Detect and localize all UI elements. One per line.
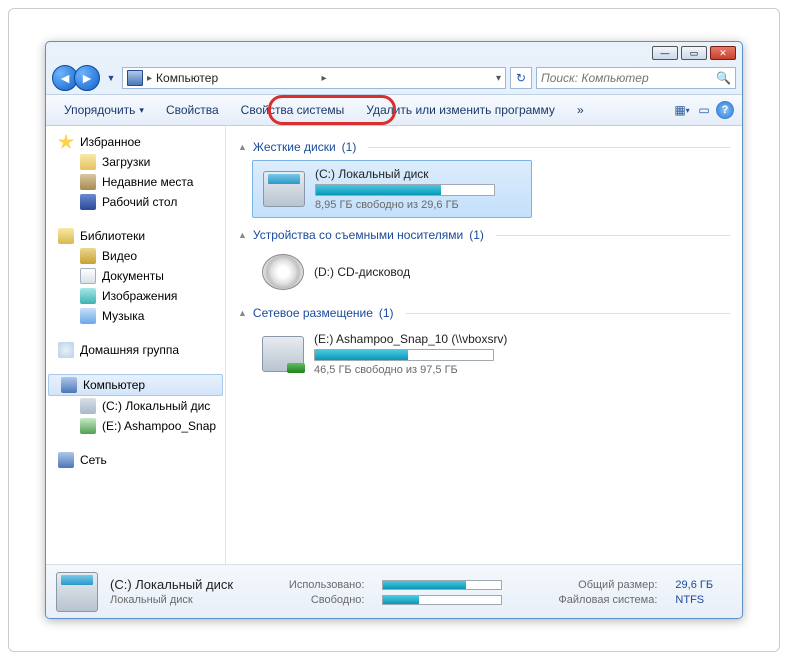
details-free-label: Свободно: [270, 594, 364, 606]
sidebar-item-label: Загрузки [102, 155, 150, 169]
search-box[interactable]: 🔍 [536, 67, 736, 89]
address-text: Компьютер [156, 71, 317, 85]
sidebar-item-library[interactable]: Музыка [46, 306, 225, 326]
drive-d[interactable]: (D:) CD-дисковод [252, 248, 730, 296]
sidebar-network[interactable]: Сеть [46, 450, 225, 470]
network-drive-icon [262, 336, 304, 372]
drive-free-text: 46,5 ГБ свободно из 97,5 ГБ [314, 364, 507, 376]
section-removable[interactable]: ▲ Устройства со съемными носителями (1) [238, 228, 730, 242]
collapse-icon: ▲ [238, 230, 247, 240]
details-used-label: Использовано: [270, 579, 364, 591]
navigation-pane: Избранное Загрузки Недавние места Рабочий … [46, 126, 226, 564]
close-button[interactable]: ✕ [710, 46, 736, 60]
sidebar-item-favorite[interactable]: Рабочий стол [46, 192, 225, 212]
folder-icon [80, 154, 96, 170]
search-input[interactable] [541, 71, 716, 85]
sidebar-homegroup[interactable]: Домашняя группа [46, 340, 225, 360]
help-button[interactable]: ? [716, 101, 734, 119]
sidebar-item-favorite[interactable]: Загрузки [46, 152, 225, 172]
nav-row: ◄ ► ▼ ▸ Компьютер ▸ ▾ ↻ 🔍 [46, 62, 742, 94]
sidebar-computer[interactable]: Компьютер [48, 374, 223, 396]
star-icon [58, 134, 74, 150]
sidebar-item-library[interactable]: Документы [46, 266, 225, 286]
sidebar-item-label: (C:) Локальный дис [102, 399, 210, 413]
chevron-right-icon: ▸ [321, 73, 326, 84]
details-fs-value: NTFS [675, 594, 732, 606]
network-icon [58, 452, 74, 468]
folder-icon [80, 418, 96, 434]
hdd-icon [56, 572, 98, 612]
drive-label: (E:) Ashampoo_Snap_10 (\\vboxsrv) [314, 332, 507, 346]
libraries-icon [58, 228, 74, 244]
toolbar: Упорядочить▾ Свойства Свойства системы У… [46, 94, 742, 126]
drive-e[interactable]: (E:) Ashampoo_Snap_10 (\\vboxsrv) 46,5 Г… [252, 326, 730, 382]
drive-c[interactable]: (C:) Локальный диск 8,95 ГБ свободно из … [252, 160, 532, 218]
sidebar-favorites[interactable]: Избранное [46, 132, 225, 152]
system-properties-button[interactable]: Свойства системы [231, 99, 355, 121]
properties-button[interactable]: Свойства [156, 99, 229, 121]
sidebar-item-library[interactable]: Изображения [46, 286, 225, 306]
used-bar [382, 580, 502, 590]
folder-icon [80, 194, 96, 210]
nav-history-dropdown[interactable]: ▼ [104, 73, 118, 83]
section-hard-drives[interactable]: ▲ Жесткие диски (1) [238, 140, 730, 154]
drive-free-text: 8,95 ГБ свободно из 29,6 ГБ [315, 199, 495, 211]
forward-button[interactable]: ► [74, 65, 100, 91]
minimize-button[interactable]: — [652, 46, 678, 60]
organize-button[interactable]: Упорядочить▾ [54, 99, 154, 121]
view-icons-button[interactable]: ▦▾ [672, 100, 692, 120]
maximize-button[interactable]: ▭ [681, 46, 707, 60]
explorer-window: — ▭ ✕ ◄ ► ▼ ▸ Компьютер ▸ ▾ ↻ 🔍 Упорядоч… [45, 41, 743, 619]
computer-icon [61, 377, 77, 393]
search-icon: 🔍 [716, 71, 731, 85]
folder-icon [80, 308, 96, 324]
folder-icon [80, 398, 96, 414]
address-bar[interactable]: ▸ Компьютер ▸ ▾ [122, 67, 506, 89]
sidebar-item-label: Музыка [102, 309, 144, 323]
folder-icon [80, 268, 96, 284]
folder-icon [80, 248, 96, 264]
hdd-icon [263, 171, 305, 207]
chevron-down-icon[interactable]: ▾ [496, 73, 501, 84]
sidebar-item-library[interactable]: Видео [46, 246, 225, 266]
sidebar-item-label: Недавние места [102, 175, 193, 189]
cd-icon [262, 254, 304, 290]
folder-icon [80, 174, 96, 190]
free-bar [382, 595, 502, 605]
sidebar-libraries[interactable]: Библиотеки [46, 226, 225, 246]
details-title: (C:) Локальный диск [110, 577, 252, 592]
sidebar-item-label: Рабочий стол [102, 195, 177, 209]
details-pane: (C:) Локальный диск Использовано: Общий … [46, 564, 742, 618]
space-bar [314, 349, 494, 361]
sidebar-item-drive[interactable]: (E:) Ashampoo_Snap [46, 416, 225, 436]
space-bar [315, 184, 495, 196]
collapse-icon: ▲ [238, 308, 247, 318]
titlebar: — ▭ ✕ [46, 42, 742, 62]
sidebar-item-favorite[interactable]: Недавние места [46, 172, 225, 192]
refresh-button[interactable]: ↻ [510, 67, 532, 89]
details-fs-label: Файловая система: [539, 594, 657, 606]
homegroup-icon [58, 342, 74, 358]
uninstall-button[interactable]: Удалить или изменить программу [356, 99, 565, 121]
sidebar-item-label: Изображения [102, 289, 177, 303]
content-pane: ▲ Жесткие диски (1) (C:) Локальный диск … [226, 126, 742, 564]
toolbar-overflow[interactable]: » [567, 99, 594, 121]
details-total-label: Общий размер: [539, 579, 657, 591]
folder-icon [80, 288, 96, 304]
collapse-icon: ▲ [238, 142, 247, 152]
preview-pane-button[interactable]: ▭ [694, 100, 714, 120]
section-network[interactable]: ▲ Сетевое размещение (1) [238, 306, 730, 320]
computer-icon [127, 70, 143, 86]
details-subtitle: Локальный диск [110, 594, 252, 606]
sidebar-item-label: Документы [102, 269, 164, 283]
drive-label: (C:) Локальный диск [315, 167, 495, 181]
sidebar-item-label: Видео [102, 249, 137, 263]
details-total-value: 29,6 ГБ [675, 579, 732, 591]
sidebar-item-label: (E:) Ashampoo_Snap [102, 419, 216, 433]
sidebar-item-drive[interactable]: (C:) Локальный дис [46, 396, 225, 416]
chevron-right-icon: ▸ [147, 73, 152, 84]
drive-label: (D:) CD-дисковод [314, 265, 410, 279]
